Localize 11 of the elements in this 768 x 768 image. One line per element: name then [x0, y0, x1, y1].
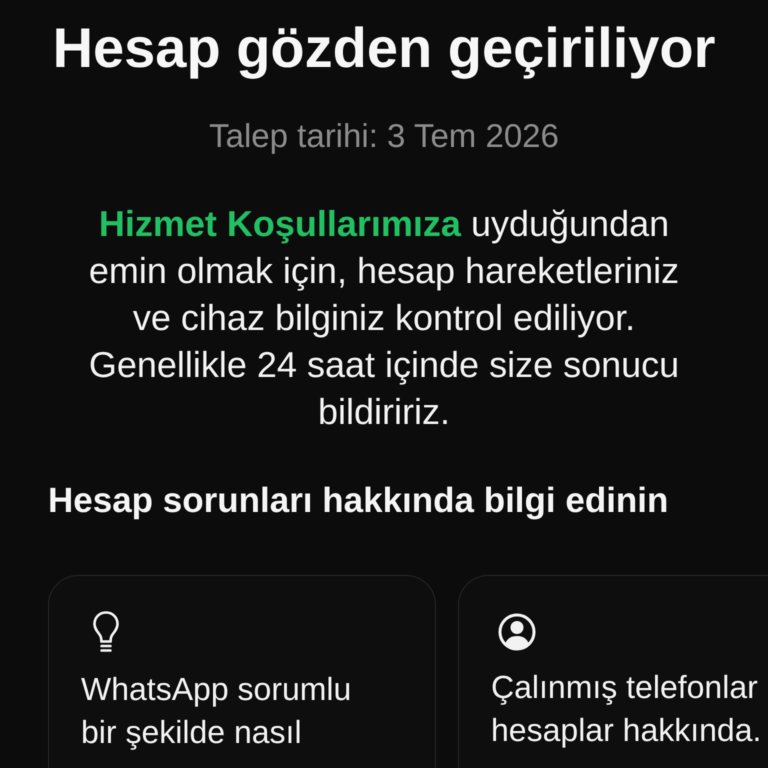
terms-link[interactable]: Hizmet Koşullarımıza [98, 203, 461, 244]
help-card[interactable]: Çalınmış telefonlar hesaplar hakkında. [458, 575, 768, 768]
page-title: Hesap gözden geçiriliyor [52, 16, 716, 80]
card-title: Çalınmış telefonlar hesaplar hakkında. [491, 668, 762, 750]
section-heading: Hesap sorunları hakkında bilgi edinin [48, 480, 670, 522]
request-date: Talep tarihi: 3 Tem 2026 [208, 116, 560, 156]
review-description: Hizmet Koşullarımıza uyduğundan emin olmak için, hesap hareketleriniz ve cihaz bilginiz kontrol ediliyor. Genellikle 24 saat içinde size sonucu bildiririz. [88, 202, 680, 434]
lightbulb-icon [93, 611, 119, 653]
card-title: WhatsApp sorumlu bir şekilde nasıl [81, 670, 352, 752]
person-circle-icon [498, 613, 536, 651]
help-card[interactable]: WhatsApp sorumlu bir şekilde nasıl [48, 575, 436, 768]
